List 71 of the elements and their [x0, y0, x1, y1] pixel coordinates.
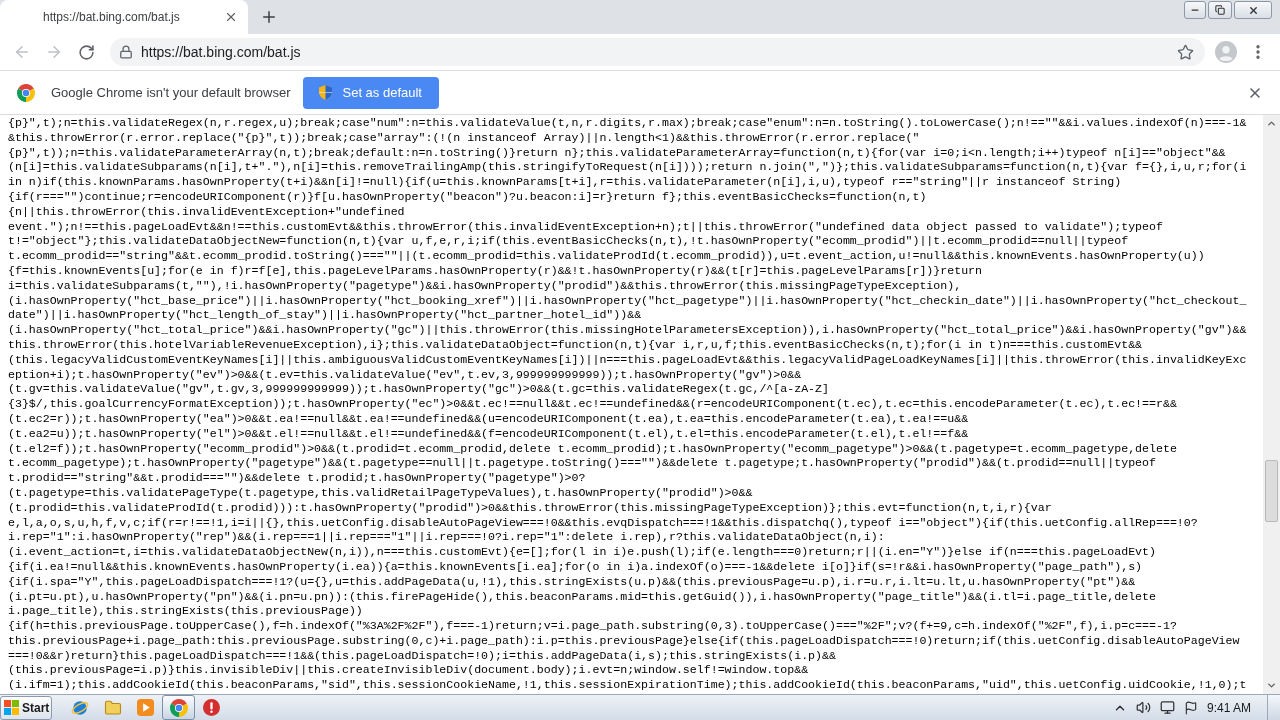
- code-line: t.prodid=="string"&&t.prodid==="")&&delete t.prodid;t.hasOwnProperty("pagetype")>0?: [8, 471, 586, 486]
- code-line: (i.hasOwnProperty("hct_total_price")&&i.hasOwnProperty("gc")||this.throwError(this.missingHotelParametersException)),i.hasOwnProperty("hct_total_price")&&i.hasOwnProperty("gv")&&: [8, 323, 1247, 338]
- clock[interactable]: 9:41 AM: [1206, 700, 1251, 715]
- browser-tab[interactable]: https://bat.bing.com/bat.js: [0, 0, 248, 34]
- code-line: {3}$/,this.goalCurrencyFormatException));t.hasOwnProperty("ec")>0&&t.ec!==null&&t.ec!==undefined&&(r=encodeURIComponent(t.ec),t.ec=this.encodeParameter(t.ec),t.ec!==r&&: [8, 397, 1177, 412]
- code-line: {p}",t));n=this.validateParameterArray(n,t);break;default:n=n.toString()}return n};this.validateParameterArray=function(n,t){for(var i=0;i<n.length;i++)typeof n[i]=="object"&&: [8, 145, 1226, 161]
- code-line: in n)if(this.knownParams.hasOwnProperty(t+i)&&n[i]!=null){if(u=this.knownParams[t+i],r=this.validateParameter(n[i],i,u),typeof r=="string"||r instanceof String): [8, 175, 1122, 190]
- code-line: {if(h=this.previousPage.toUpperCase(),f=h.indexOf("%3A%2F%2F"),f===-1)return;v=i.page_path.substring(0,3).toUpperCase()==="%2F";v?(f+=9,c=h.indexOf("%2F",f),i.p=c===-1?: [8, 619, 1177, 634]
- star-icon[interactable]: [1177, 43, 1194, 61]
- scrollbar-thumb[interactable]: [1265, 460, 1278, 522]
- code-line: event.");n!==this.pageLoadEvt&&n!==this.customEvt&&this.throwError(this.invalidEventException+n);t||this.throwError("undefined data object passed to validate");typeof: [8, 219, 1163, 235]
- code-line: (this.legacyValidCustomEventKeyNames[i]||this.ambiguousValidCustomEventKeyNames[i])||n===this.pageLoadEvt&&this.legacyValidPageLoadKeyNames[i]||this.throwError(this.invalidKeyExc: [8, 352, 1247, 368]
- folder-icon[interactable]: [103, 698, 122, 717]
- address-bar[interactable]: https://bat.bing.com/bat.js: [110, 38, 1205, 66]
- show-desktop-button[interactable]: [1267, 695, 1280, 720]
- code-line: &this.throwError(r.error.replace("{p}",t));break;case"array":(!(n instanceof Array)||n.length<1)&&this.throwError(r.error.replace(": [8, 130, 920, 146]
- globe-icon[interactable]: [70, 698, 89, 717]
- code-line: (i.event_action=t,i=this.validateDataObjectNew(n,i)),n===this.customEvt){e=[];for(l in i)e.push(l);if(e.length===0)return;r||(i.en="Y")}else if(n===this.pageLoadEvt): [8, 545, 1156, 560]
- code-line: t.ecomm_pagetype);t.hasOwnProperty("pagetype")&&(t.pagetype==null||t.pagetype.toString()==="")&&delete t.pagetype;t.hasOwnProperty("prodid")&&(t.prodid==null||typeof: [8, 456, 1156, 472]
- close-icon[interactable]: [224, 10, 238, 24]
- code-line: {n||this.throwError(this.invalidEventException+"undefined: [8, 204, 405, 220]
- windows-logo-icon: [4, 700, 19, 715]
- code-line: (t.prodid=this.validateProdId(t.prodid))):t.hasOwnProperty("prodid")>0&&this.throwError(this.missingPageTypeException)};this.evt=function(n,t,i,r){var: [8, 500, 1052, 516]
- code-line: date")||i.hasOwnProperty("hct_length_of_stay")||i.hasOwnProperty("hct_partner_hotel_id"))&&: [8, 308, 642, 324]
- exclamation-icon[interactable]: [203, 699, 220, 716]
- start-button[interactable]: Start: [0, 695, 52, 720]
- code-line: t!="object"};this.validateDataObjectNew=function(n,t){var u,f,e,r,i;if(this.eventBasicChecks(n,t),!t.hasOwnProperty("ecomm_prodid")||t.ecomm_prodid==null||typeof: [8, 234, 1129, 250]
- code-line: eption+i);t.hasOwnProperty("ev")>0&&(t.ev=this.validateValue("ev",t.ev,3,999999999999));t.hasOwnProperty("gv")>0&&: [8, 367, 802, 383]
- flag-icon[interactable]: [1183, 700, 1198, 715]
- code-line: i.page_title),this.stringExists(this.previousPage)): [8, 604, 363, 620]
- speaker-icon[interactable]: [1135, 700, 1151, 715]
- plus-icon[interactable]: [260, 8, 278, 26]
- code-line: e,l,a,o,s,u,h,f,v,c;if(r=r!==!1,i=i||{},this.uetConfig.disableAutoPageView===!0&&this.evqDispatch===!1&&this.dispatchq(),typeof i=="object"){if(this.uetConfig.allRep===!0?: [8, 515, 1198, 531]
- code-line: i=this.validateSubparams(t,""),!i.hasOwnProperty("pagetype")&&i.hasOwnProperty("prodid")&&this.throwError(this.missingPageTypeException),: [8, 278, 962, 294]
- scrollbar[interactable]: [1263, 115, 1280, 694]
- arrow-up-icon[interactable]: [1266, 118, 1277, 129]
- code-line: {if(r==="")continue;r=encodeURIComponent(r)}f[u.hasOwnProperty("beacon")?u.beacon:i]=r}return f};this.eventBasicChecks=function(n,t): [8, 190, 927, 205]
- monitor-icon[interactable]: [1159, 700, 1175, 715]
- browser-logo-icon: [169, 698, 188, 717]
- code-line: (i.hasOwnProperty("hct_base_price")||i.hasOwnProperty("hct_booking_xref")||i.hasOwnProperty("hct_pagetype")||i.hasOwnProperty("hct_checkin_date")||i.hasOwnProperty("hct_checkout_: [8, 293, 1247, 309]
- code-line: this.throwError(this.hotelVariableRevenueException),i};this.validateDataObject=function(n,t){var i,r,u,f;this.eventBasicChecks(n,t);for(i in t)n===this.customEvt&&: [8, 337, 1143, 353]
- code-line: (t.pagetype=this.validatePageType(t.pagetype,this.validRetailPageTypeValues),t.hasOwnProperty("prodid")>0&&: [8, 485, 753, 501]
- code-line: (t.gv=this.validateValue("gv",t.gv,3,999999999999));t.hasOwnProperty("gc")>0&&(t.gc=this.validateRegex(t.gc,/^[a-zA-Z]: [8, 382, 829, 398]
- reload-icon[interactable]: [77, 43, 95, 61]
- code-line: (i.ifm=1);this.addCookieId(this.beaconParams,"sid",this.sessionCookieName,!1,this.sessionExpirationTime);this.addCookieId(this.beaconParams,"uid",this.uetConfig.uidCookie,!1,0);t: [8, 678, 1247, 694]
- code-line: {f=this.knownEvents[u];for(e in f)r=f[e],this.pageLevelParams.hasOwnProperty(r)&&!t.hasOwnProperty(r)&&(t[r]=this.pageLevelParams[r])}return: [8, 263, 983, 279]
- code-line: (t.ec2=r));t.hasOwnProperty("ea")>0&&t.ea!==null&&t.ea!==undefined&&(u=encodeURIComponent(t.ea),t.ea=this.encodeParameter(t.ea),t.ea!==u&&: [8, 411, 969, 427]
- code-line: (t.el2=f));t.hasOwnProperty("ecomm_prodid")>0&&(t.prodid=t.ecomm_prodid,delete t.ecomm_prodid);t.hasOwnProperty("ecomm_pagetype")>0&&(t.pagetype=t.ecomm_pagetype,delete: [8, 441, 1177, 457]
- code-line: this.previousPage+i.page_path:this.previousPage.substring(0,c)+i.page_path):i.p=this.previousPage}else{if(this.pageLoadDispatch===!0)return;if(this.uetConfig.disableAutoPageView: [8, 633, 1240, 649]
- shield-icon: [319, 85, 333, 100]
- play-icon[interactable]: [137, 699, 154, 716]
- code-line: (this.previousPage=i.p)}this.invisibleDiv||this.createInvisibleDiv(document.body);i.evt=n;window.self!=window.top&&: [8, 663, 809, 679]
- code-line: t.ecomm_prodid=="string"&&t.ecomm_prodid.toString()===""||(t.ecomm_prodid=this.validateProdId(t.ecomm_prodid)),u=t.event_action,u!=null&&this.knownEvents.hasOwnProperty(u)): [8, 249, 1205, 264]
- code-line: (n[i]=this.validateSubparams(n[i],t+"."),n[i]=this.removeTrailingAmp(this.stringifyToRequest(n[i])));return n.join(",")};this.validateSubparams=function(n,t){var f={},i,u,r;for(i: [8, 160, 1247, 176]
- arrow-down-icon[interactable]: [1266, 680, 1277, 691]
- code-line: (i.pt=u.pt),u.hasOwnProperty("pn")&&(i.pn=u.pn)):(this.firePageHide(),this.beaconParams.mid=this.getGuid()),i.hasOwnProperty("page_title")&&(i.tl=i.page_title,delete: [8, 589, 1156, 605]
- browser-logo-icon: [17, 83, 35, 102]
- minimize-button[interactable]: [1184, 1, 1206, 19]
- close-window-button[interactable]: [1234, 1, 1272, 19]
- taskbar-button[interactable]: [162, 695, 195, 720]
- lock-icon: [119, 45, 133, 59]
- code-line: i.rep="1":i.hasOwnProperty("rep")&&(i.rep===1||i.rep==="1"||i.rep===!0?i.rep="1":delete i.rep),r?this.validateDataObject(n,i):: [8, 530, 885, 546]
- restore-icon: [1215, 5, 1225, 15]
- code-line: (t.ea2=u));t.hasOwnProperty("el")>0&&t.el!==null&&t.el!==undefined&&(f=encodeURIComponent(t.el),t.el=this.encodeParameter(t.el),t.el!==f&&: [8, 426, 969, 442]
- code-line: {if(i.spa="Y",this.pageLoadDispatch===!1?(u={},u=this.addPageData(u,!1),this.stringExists(u.p)&&(this.previousPage=u.p),i.r=u.r,i.lt=u.lt,u.hasOwnProperty("pt")&&: [8, 574, 1136, 590]
- code-line: {if(i.ea!=null&&this.knownEvents.hasOwnProperty(i.ea)){a=this.knownEvents[i.ea];for(o in i)a.indexOf(o)===-1&&delete i[o]}if(s=!r&&i.hasOwnProperty("page_path"),s): [8, 559, 1143, 575]
- close-icon: [1247, 4, 1259, 16]
- infobar-message: Google Chrome isn't your default browser: [51, 85, 291, 100]
- code-line: ===!0&&r)return}this.pageLoadDispatch===!1&&(this.pageLoadDispatch=!0);i=this.addPageData(i,s);this.stringExists(i.p)&&: [8, 648, 836, 664]
- restore-button[interactable]: [1208, 1, 1232, 19]
- code-line: {p}",t);n=this.validateRegex(n,r.regex,u);break;case"num":n=this.validateValue(t,n,r.digits,r.max);break;case"enum":n=n.toString().toLowerCase();n!==""&&i.values.indexOf(n)===-1&: [8, 116, 1247, 131]
